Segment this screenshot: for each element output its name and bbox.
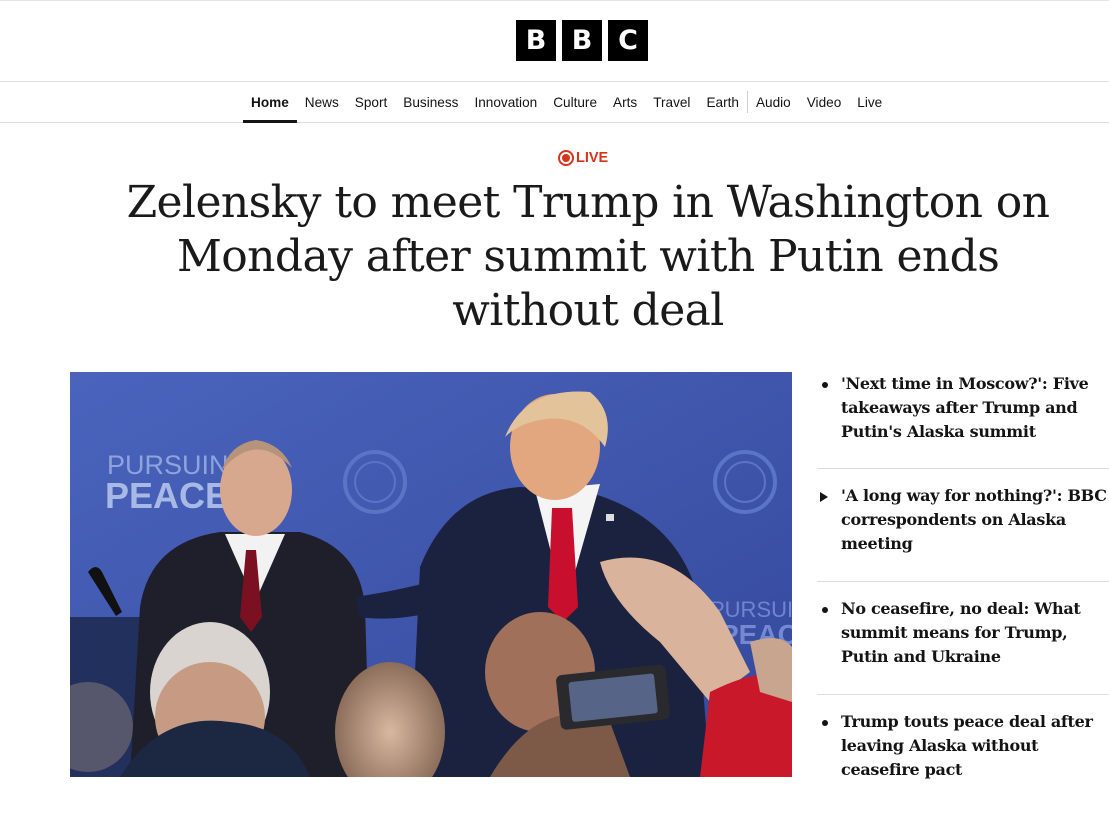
nav-item-earth[interactable]: Earth xyxy=(698,82,747,122)
related-stories-list: 'Next time in Moscow?': Five takeaways a… xyxy=(817,372,1109,785)
live-badge: LIVE xyxy=(558,150,608,166)
related-story[interactable]: No ceasefire, no deal: What summit means… xyxy=(817,582,1109,695)
nav-item-arts[interactable]: Arts xyxy=(605,82,645,122)
main-navigation: Home News Sport Business Innovation Cult… xyxy=(0,82,1109,123)
nav-item-sport[interactable]: Sport xyxy=(347,82,396,122)
backdrop-text-peace: PEACE xyxy=(105,475,229,516)
related-story-title[interactable]: 'A long way for nothing?': BBC correspon… xyxy=(841,484,1109,556)
logo-letter: C xyxy=(608,20,648,61)
masthead: B B C xyxy=(0,0,1109,82)
nav-item-live[interactable]: Live xyxy=(849,82,890,122)
related-story[interactable]: Trump touts peace deal after leaving Ala… xyxy=(817,695,1109,785)
logo-letter: B xyxy=(516,20,556,61)
hero-image[interactable]: PURSUING PEACE PURSUING PEACE xyxy=(70,372,792,777)
bbc-logo[interactable]: B B C xyxy=(516,20,648,61)
nav-item-audio[interactable]: Audio xyxy=(748,82,799,122)
live-badge-label: LIVE xyxy=(576,150,609,166)
related-story[interactable]: 'A long way for nothing?': BBC correspon… xyxy=(817,469,1109,582)
bullet-dot-icon xyxy=(820,597,841,622)
related-story[interactable]: 'Next time in Moscow?': Five takeaways a… xyxy=(817,372,1109,469)
nav-list: Home News Sport Business Innovation Cult… xyxy=(243,82,890,123)
nav-item-news[interactable]: News xyxy=(297,82,347,122)
play-triangle-icon xyxy=(820,484,841,511)
live-icon xyxy=(558,150,574,166)
bullet-dot-icon xyxy=(820,372,841,397)
nav-item-business[interactable]: Business xyxy=(395,82,466,122)
page-headline[interactable]: Zelensky to meet Trump in Washington on … xyxy=(100,176,1076,338)
nav-item-video[interactable]: Video xyxy=(799,82,850,122)
logo-letter: B xyxy=(562,20,602,61)
related-story-title[interactable]: Trump touts peace deal after leaving Ala… xyxy=(841,710,1109,782)
nav-item-home[interactable]: Home xyxy=(243,82,297,123)
nav-item-travel[interactable]: Travel xyxy=(645,82,698,122)
related-story-title[interactable]: No ceasefire, no deal: What summit means… xyxy=(841,597,1109,669)
bullet-dot-icon xyxy=(820,710,841,735)
nav-item-culture[interactable]: Culture xyxy=(545,82,605,122)
related-story-title[interactable]: 'Next time in Moscow?': Five takeaways a… xyxy=(841,372,1109,444)
nav-item-innovation[interactable]: Innovation xyxy=(466,82,545,122)
